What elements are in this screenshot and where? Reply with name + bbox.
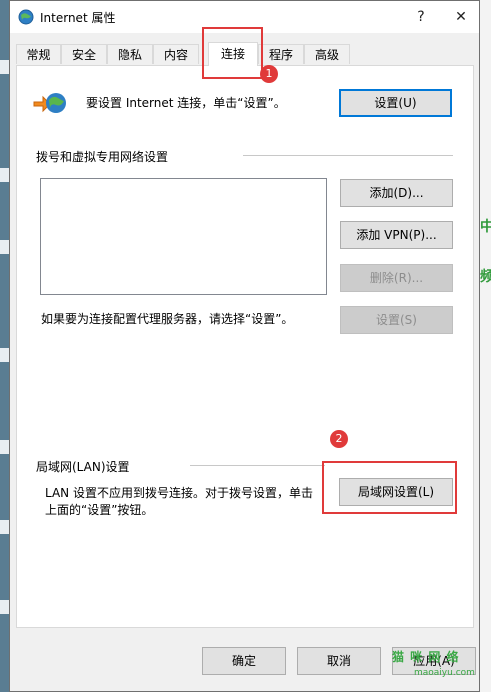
tab-connections[interactable]: 连接 xyxy=(208,42,258,66)
help-button[interactable]: ? xyxy=(406,5,436,29)
watermark-url: maoaiyu.com xyxy=(414,668,475,678)
add-vpn-button[interactable]: 添加 VPN(P)... xyxy=(340,221,453,249)
add-connection-button[interactable]: 添加(D)... xyxy=(340,179,453,207)
lan-group-label: 局域网(LAN)设置 xyxy=(36,460,130,474)
tab-privacy[interactable]: 隐私 xyxy=(107,44,153,64)
background-text-fragment: 频 xyxy=(480,269,491,285)
dialup-group-label: 拨号和虚拟专用网络设置 xyxy=(36,150,169,164)
proxy-description: 如果要为连接配置代理服务器，请选择“设置”。 xyxy=(41,312,294,326)
step2-badge: 2 xyxy=(330,430,348,448)
connections-panel: 要设置 Internet 连接，单击“设置”。 设置(U) 拨号和虚拟专用网络设… xyxy=(16,65,474,628)
ok-button[interactable]: 确定 xyxy=(202,647,286,675)
setup-button[interactable]: 设置(U) xyxy=(339,89,452,117)
internet-globe-icon xyxy=(18,9,34,25)
background-text-fragment: 中 xyxy=(480,219,491,235)
group-separator xyxy=(243,155,453,156)
step2-highlight-box xyxy=(322,461,457,514)
group-separator xyxy=(190,465,325,466)
lan-description-line2: 上面的“设置”按钮。 xyxy=(45,503,154,517)
internet-connect-icon xyxy=(33,93,66,113)
tab-general[interactable]: 常规 xyxy=(16,44,61,64)
tab-strip: 常规 安全 隐私 内容 连接 程序 高级 xyxy=(16,42,476,66)
tab-content[interactable]: 内容 xyxy=(153,44,199,64)
lan-description-line1: LAN 设置不应用到拨号连接。对于拨号设置，单击 xyxy=(45,486,313,500)
close-button[interactable]: ✕ xyxy=(446,5,476,29)
step1-badge: 1 xyxy=(260,65,278,83)
window-title: Internet 属性 xyxy=(40,11,116,25)
tab-programs[interactable]: 程序 xyxy=(258,44,304,64)
internet-properties-dialog: Internet 属性 ? ✕ 常规 安全 隐私 内容 连接 程序 高级 要设置… xyxy=(9,0,480,692)
setup-description: 要设置 Internet 连接，单击“设置”。 xyxy=(86,96,286,110)
connections-listbox[interactable] xyxy=(40,178,327,295)
cancel-button[interactable]: 取消 xyxy=(297,647,381,675)
dialup-settings-button[interactable]: 设置(S) xyxy=(340,306,453,334)
tab-security[interactable]: 安全 xyxy=(61,44,107,64)
tab-advanced[interactable]: 高级 xyxy=(304,44,350,64)
watermark-logo: 猫 咪 网 络 xyxy=(392,650,460,664)
delete-connection-button[interactable]: 删除(R)... xyxy=(340,264,453,292)
